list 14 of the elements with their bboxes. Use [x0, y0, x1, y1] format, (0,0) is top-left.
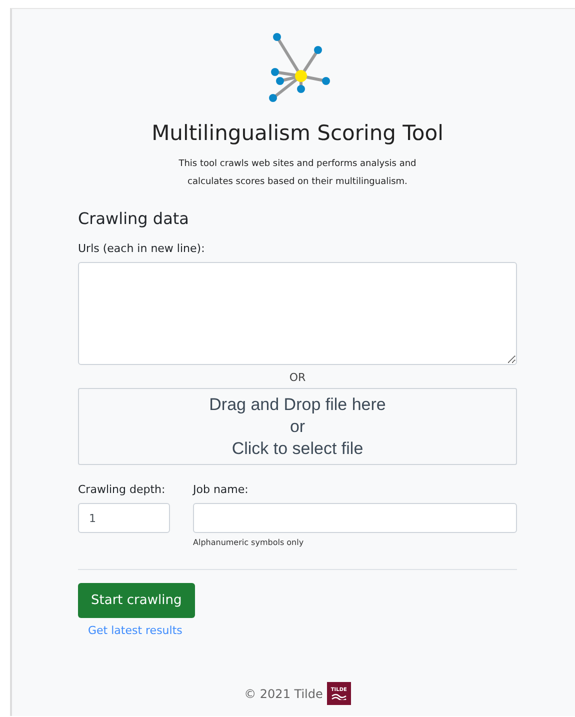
tool-description: This tool crawls web sites and performs analysis and calculates scores based on their multilingualism. — [178, 158, 416, 189]
job-name-label: Job name: — [193, 483, 250, 496]
urls-label: Urls (each in new line): — [78, 242, 206, 255]
section-heading: Crawling data — [78, 209, 190, 228]
job-name-help: Alphanumeric symbols only — [193, 538, 305, 547]
start-crawling-button[interactable]: Start crawling — [78, 583, 195, 618]
file-dropzone[interactable]: Drag and Drop file here or Click to select file — [78, 388, 517, 465]
urls-field[interactable] — [78, 262, 517, 365]
page-title: Multilingualism Scoring Tool — [152, 121, 444, 145]
depth-field[interactable]: 1 — [78, 503, 170, 533]
or-separator: OR — [288, 371, 307, 384]
copyright-text: © 2021 Tilde — [244, 686, 323, 700]
depth-label: Crawling depth: — [78, 483, 166, 496]
job-name-field[interactable] — [193, 503, 517, 533]
